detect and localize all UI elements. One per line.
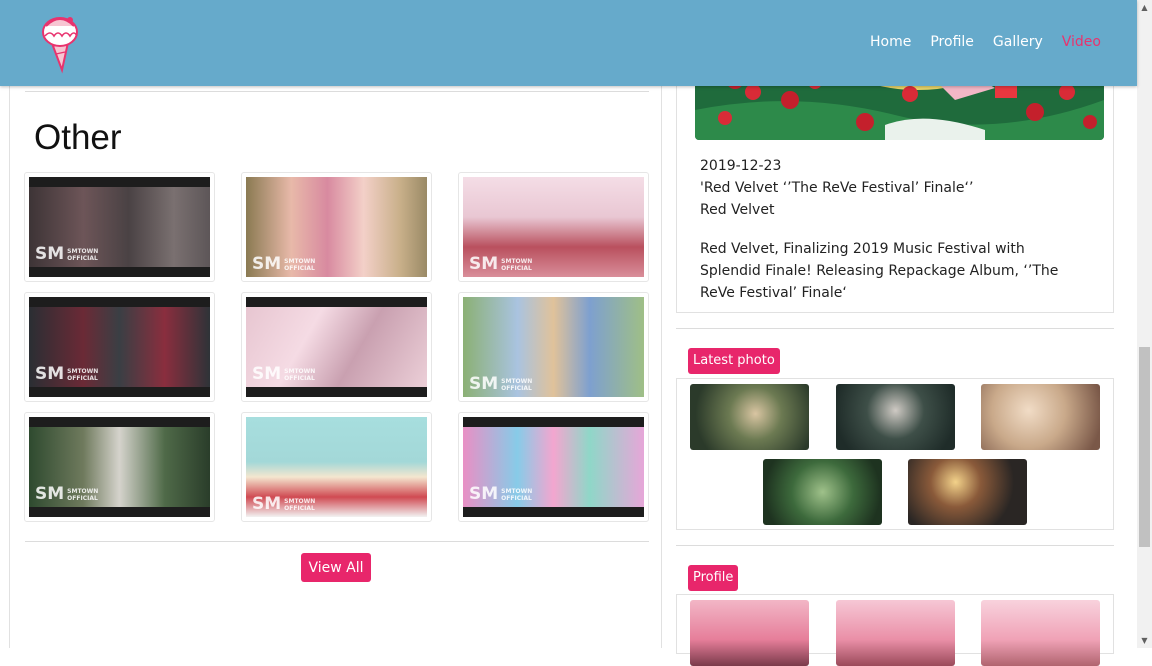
photo-thumbnail[interactable] — [690, 384, 809, 450]
profile-thumbnail[interactable] — [690, 600, 809, 666]
news-description: Red Velvet, Finalizing 2019 Music Festiv… — [700, 241, 1059, 301]
scrollbar-thumb[interactable] — [1139, 347, 1150, 547]
nav-link-gallery[interactable]: Gallery — [993, 34, 1043, 50]
divider — [676, 328, 1114, 329]
nav-links: Home Profile Gallery Video — [870, 34, 1101, 50]
smtown-watermark: SM SMTOWN OFFICIAL — [35, 484, 99, 504]
news-card: 2019-12-23 'Red Velvet ‘’The ReVe Festiv… — [676, 70, 1114, 313]
video-grid: SM SMTOWN OFFICIAL SM SMTOWN OFFICIAL SM SMTO… — [24, 172, 650, 522]
divider — [25, 91, 649, 92]
latest-photo-badge: Latest photo — [688, 348, 780, 374]
profile-thumbnail[interactable] — [981, 600, 1100, 666]
news-date: 2019-12-23 — [700, 158, 782, 174]
profile-box — [676, 594, 1114, 666]
smtown-watermark: SM SMTOWN OFFICIAL — [35, 244, 99, 264]
smtown-watermark: SM SMTOWN OFFICIAL — [469, 484, 533, 504]
photo-thumbnail[interactable] — [908, 459, 1027, 525]
profile-badge: Profile — [688, 565, 739, 591]
page-scrollbar[interactable]: ▲ ▼ — [1137, 0, 1152, 648]
video-thumbnail[interactable]: SM SMTOWN OFFICIAL — [24, 292, 215, 402]
photo-thumbnail[interactable] — [836, 384, 955, 450]
video-thumbnail[interactable]: SM SMTOWN OFFICIAL — [24, 412, 215, 522]
red-velvet-logo[interactable] — [36, 12, 86, 74]
nav-link-profile[interactable]: Profile — [930, 34, 974, 50]
view-all-button[interactable]: View All — [301, 553, 371, 582]
smtown-watermark: SM SMTOWN OFFICIAL — [35, 364, 99, 384]
smtown-watermark: SM SMTOWN OFFICIAL — [252, 364, 316, 384]
scroll-up-arrow-icon[interactable]: ▲ — [1137, 0, 1152, 15]
smtown-watermark: SM SMTOWN OFFICIAL — [252, 254, 316, 274]
nav-link-video[interactable]: Video — [1062, 34, 1101, 50]
smtown-watermark: SM SMTOWN OFFICIAL — [469, 374, 533, 394]
news-artist: Red Velvet — [700, 202, 775, 218]
photo-thumbnail[interactable] — [763, 459, 882, 525]
other-videos-section: Other SM SMTOWN OFFICIAL SM SMTOWN OFFICIAL … — [9, 86, 662, 648]
nav-link-home[interactable]: Home — [870, 34, 911, 50]
photo-thumbnail[interactable] — [981, 384, 1100, 450]
video-thumbnail[interactable]: SM SMTOWN OFFICIAL — [241, 292, 432, 402]
section-title: Other — [34, 118, 122, 157]
latest-photo-box — [676, 378, 1114, 530]
video-thumbnail[interactable]: SM SMTOWN OFFICIAL — [24, 172, 215, 282]
scroll-down-arrow-icon[interactable]: ▼ — [1137, 633, 1152, 648]
video-thumbnail[interactable]: SM SMTOWN OFFICIAL — [458, 292, 649, 402]
smtown-watermark: SM SMTOWN OFFICIAL — [252, 494, 316, 514]
video-thumbnail[interactable]: SM SMTOWN OFFICIAL — [458, 172, 649, 282]
smtown-watermark: SM SMTOWN OFFICIAL — [469, 254, 533, 274]
divider — [676, 545, 1114, 546]
video-thumbnail[interactable]: SM SMTOWN OFFICIAL — [241, 172, 432, 282]
navbar: Home Profile Gallery Video — [0, 0, 1137, 86]
video-thumbnail[interactable]: SM SMTOWN OFFICIAL — [241, 412, 432, 522]
profile-thumbnail[interactable] — [836, 600, 955, 666]
news-title[interactable]: 'Red Velvet ‘’The ReVe Festival’ Finale‘… — [700, 180, 973, 196]
video-thumbnail[interactable]: SM SMTOWN OFFICIAL — [458, 412, 649, 522]
divider — [25, 541, 649, 542]
